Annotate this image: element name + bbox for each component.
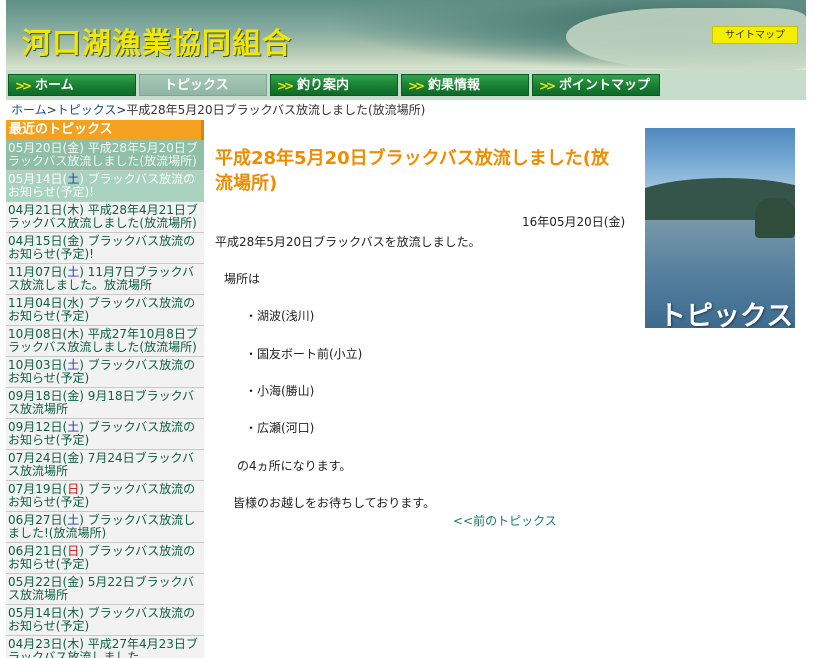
- nav-fishing-guide[interactable]: >> 釣り案内: [270, 74, 398, 96]
- double-arrow-icon: >>: [277, 79, 294, 93]
- topic-weekday: 水: [67, 296, 80, 310]
- topic-date: 07月24日(: [8, 451, 68, 465]
- sidebar-topic-item[interactable]: 10月03日(土) ブラックバス放流のお知らせ(予定): [6, 357, 204, 388]
- nav-topics[interactable]: トピックス: [139, 74, 267, 96]
- topic-weekday: 日: [67, 482, 80, 496]
- nav-point-map[interactable]: >> ポイントマップ: [532, 74, 660, 96]
- topic-date: 10月08日(: [8, 327, 68, 341]
- nav-catch-info[interactable]: >> 釣果情報: [401, 74, 529, 96]
- recent-topics-sidebar: 最近のトピックス 05月20日(金) 平成28年5月20日ブラックバス放流しまし…: [6, 120, 204, 658]
- intro-text: 平成28年5月20日ブラックバスを放流しました。: [215, 235, 481, 249]
- topic-date: 04月21日(: [8, 203, 68, 217]
- topic-weekday: 木: [67, 327, 80, 341]
- breadcrumb: ホーム>トピックス>平成28年5月20日ブラックバス放流しました(放流場所): [11, 101, 425, 118]
- breadcrumb-home[interactable]: ホーム: [11, 103, 47, 117]
- sidebar-topic-item[interactable]: 10月08日(木) 平成27年10月8日ブラックバス放流しました(放流場所): [6, 326, 204, 357]
- count-text: の4ヵ所になります。: [237, 459, 352, 473]
- topic-date: 09月12日(: [8, 420, 68, 434]
- sidebar-topic-item[interactable]: 09月12日(土) ブラックバス放流のお知らせ(予定): [6, 419, 204, 450]
- place-item: ・湖波(浅川): [245, 309, 315, 323]
- breadcrumb-topics[interactable]: トピックス: [57, 103, 117, 117]
- topic-date: 05月22日(: [8, 575, 68, 589]
- topic-weekday: 木: [67, 637, 80, 651]
- topics-lake-image: トピックス: [645, 128, 795, 328]
- topic-weekday: 金: [67, 389, 80, 403]
- site-header: 河口湖漁業協同組合 サイトマップ: [6, 0, 806, 70]
- double-arrow-icon: >>: [408, 79, 425, 93]
- site-title[interactable]: 河口湖漁業協同組合: [22, 20, 292, 62]
- breadcrumb-separator: >: [46, 103, 57, 117]
- topic-date: 10月03日(: [8, 358, 68, 372]
- topic-weekday: 土: [67, 513, 80, 527]
- nav-label: ホーム: [35, 78, 74, 93]
- topic-weekday: 木: [67, 203, 80, 217]
- topic-weekday: 金: [67, 575, 80, 589]
- sidebar-topic-item[interactable]: 05月22日(金) 5月22日ブラックバス放流場所: [6, 574, 204, 605]
- sidebar-topic-item[interactable]: 11月04日(水) ブラックバス放流のお知らせ(予定): [6, 295, 204, 326]
- place-item: ・小海(勝山): [245, 384, 315, 398]
- topic-date: 04月23日(: [8, 637, 68, 651]
- topic-weekday: 金: [67, 234, 80, 248]
- topic-date: 07月19日(: [8, 482, 68, 496]
- nav-label: ポイントマップ: [559, 78, 651, 93]
- topic-weekday: 日: [67, 544, 80, 558]
- post-date: 16年05月20日(金): [522, 215, 626, 229]
- topic-weekday: 土: [67, 265, 80, 279]
- nav-label: 釣り案内: [297, 78, 350, 93]
- sitemap-button[interactable]: サイトマップ: [712, 26, 798, 44]
- sidebar-topic-item[interactable]: 05月20日(金) 平成28年5月20日ブラックバス放流しました(放流場所): [6, 140, 204, 171]
- topic-date: 11月07日(: [8, 265, 68, 279]
- breadcrumb-current: 平成28年5月20日ブラックバス放流しました(放流場所): [126, 103, 426, 117]
- closing-text: 皆様のお越しをお待ちしております。: [233, 496, 436, 510]
- sidebar-topic-item[interactable]: 04月15日(金) ブラックバス放流のお知らせ(予定)!: [6, 233, 204, 264]
- topic-weekday: 土: [67, 420, 80, 434]
- trees-shape: [755, 198, 795, 238]
- place-item: ・国友ボート前(小立): [245, 347, 363, 361]
- double-arrow-icon: >>: [539, 79, 556, 93]
- topics-image-label: トピックス: [659, 301, 794, 328]
- sidebar-topic-item[interactable]: 04月21日(木) 平成28年4月21日ブラックバス放流しました(放流場所): [6, 202, 204, 233]
- sidebar-heading: 最近のトピックス: [6, 120, 204, 140]
- sidebar-topic-item[interactable]: 09月18日(金) 9月18日ブラックバス放流場所: [6, 388, 204, 419]
- topic-weekday: 土: [67, 358, 80, 372]
- topic-weekday: 金: [67, 451, 80, 465]
- sidebar-topic-item[interactable]: 05月14日(木) ブラックバス放流のお知らせ(予定): [6, 605, 204, 636]
- topics-list: 05月20日(金) 平成28年5月20日ブラックバス放流しました(放流場所) 05…: [6, 140, 204, 658]
- topic-date: 05月14日(: [8, 172, 68, 186]
- breadcrumb-separator: >: [116, 103, 127, 117]
- topic-date: 11月04日(: [8, 296, 68, 310]
- nav-label: トピックス: [164, 78, 229, 93]
- topic-date: 09月18日(: [8, 389, 68, 403]
- previous-topic-link[interactable]: <<前のトピックス: [453, 512, 557, 529]
- nav-home[interactable]: >> ホーム: [8, 74, 136, 96]
- sidebar-topic-item[interactable]: 07月19日(日) ブラックバス放流のお知らせ(予定): [6, 481, 204, 512]
- sidebar-topic-item[interactable]: 04月23日(木) 平成27年4月23日ブラックバス放流しました: [6, 636, 204, 658]
- page-title: 平成28年5月20日ブラックバス放流しました(放流場所): [215, 148, 609, 194]
- topic-weekday: 金: [67, 141, 80, 155]
- place-heading: 場所は: [224, 272, 261, 286]
- topic-date: 05月20日(: [8, 141, 68, 155]
- sidebar-topic-item[interactable]: 05月14日(土) ブラックバス放流のお知らせ(予定)!: [6, 171, 204, 202]
- topic-date: 05月14日(: [8, 606, 68, 620]
- topic-date: 06月21日(: [8, 544, 68, 558]
- place-item: ・広瀬(河口): [245, 421, 315, 435]
- nav-label: 釣果情報: [428, 78, 481, 93]
- sidebar-topic-item[interactable]: 07月24日(金) 7月24日ブラックバス放流場所: [6, 450, 204, 481]
- topic-date: 06月27日(: [8, 513, 68, 527]
- sidebar-topic-item[interactable]: 11月07日(土) 11月7日ブラックバス放流しました。放流場所: [6, 264, 204, 295]
- topic-weekday: 土: [67, 172, 80, 186]
- sidebar-topic-item[interactable]: 06月27日(土) ブラックバス放流しました!(放流場所): [6, 512, 204, 543]
- double-arrow-icon: >>: [15, 79, 32, 93]
- topic-weekday: 木: [67, 606, 80, 620]
- sidebar-topic-item[interactable]: 06月21日(日) ブラックバス放流のお知らせ(予定): [6, 543, 204, 574]
- topic-date: 04月15日(: [8, 234, 68, 248]
